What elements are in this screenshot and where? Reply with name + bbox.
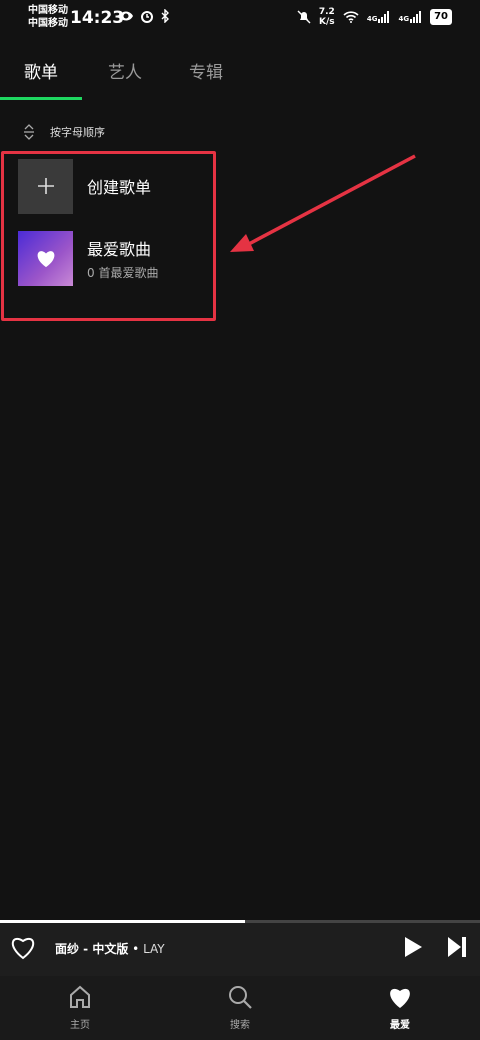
song-title: 面纱 - 中文版 [55,942,129,956]
like-heart-icon[interactable] [9,934,37,960]
nav-favorites-label: 最爱 [390,1020,410,1031]
search-icon [229,986,252,1009]
artist-name: LAY [143,942,165,956]
nav-home-label: 主页 [70,1020,90,1031]
home-icon [70,985,90,1008]
play-icon[interactable] [402,936,424,958]
playback-progress [0,920,480,923]
mini-player[interactable]: 面纱 - 中文版 • LAY [0,920,480,976]
annotation-arrow-icon [230,154,416,252]
heart-icon [390,988,410,1008]
playback-progress-fill [0,920,245,923]
separator: • [128,942,144,956]
nav-search-label: 搜索 [230,1020,250,1031]
now-playing-text[interactable]: 面纱 - 中文版 • LAY [55,940,165,957]
nav-home[interactable]: 主页 [40,984,120,1031]
bottom-navigation: 主页 搜索 最爱 [0,976,480,1040]
nav-search[interactable]: 搜索 [200,984,280,1031]
skip-next-icon[interactable] [446,936,468,958]
nav-favorites[interactable]: 最爱 [360,984,440,1031]
